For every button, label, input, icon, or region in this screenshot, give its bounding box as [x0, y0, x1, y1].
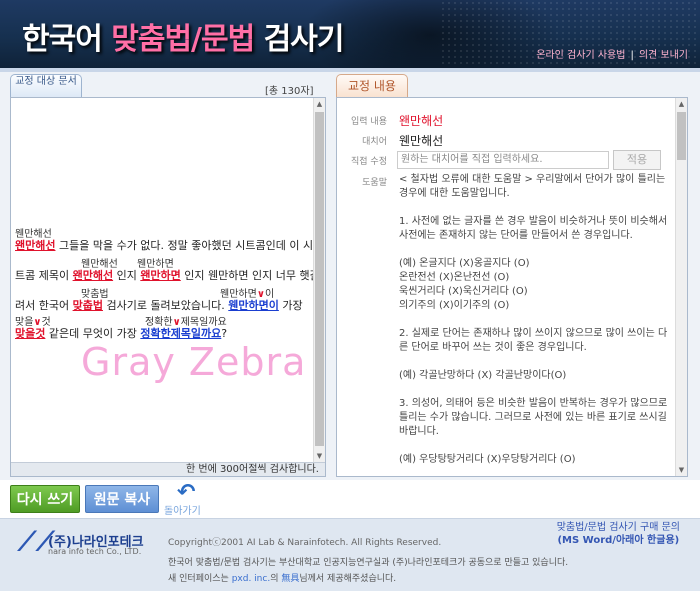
- copyright-text: Copyrightⓒ2001 AI Lab & Narainfotech. Al…: [168, 538, 442, 548]
- watermark: Gray Zebra: [81, 340, 307, 384]
- copy-original-button[interactable]: 원문 복사: [85, 485, 159, 513]
- scroll-up-icon[interactable]: ▲: [676, 98, 687, 110]
- text-line-1: 왠만해선 그들을 막을 수가 없다. 정말 좋아했던 시트콤인데 이 시: [15, 237, 313, 253]
- word-limit-note: 한 번에 300어절씩 검사합니다.: [11, 462, 325, 476]
- spacing-error[interactable]: 정확한제목일까요: [140, 327, 221, 340]
- tab-corrections[interactable]: 교정 내용: [336, 74, 408, 98]
- text-segment: 그들을 막을 수가 없다. 정말 좋아했던 시트콤인데 이 시: [55, 239, 314, 252]
- help-paragraph: (예) 우당탕탕거리다 (X)우당탕거리다 (O): [399, 454, 576, 465]
- text-segment: 같은데 무엇이 가장: [45, 327, 141, 340]
- help-paragraph: < 철자법 오류에 대한 도움말 > 우리말에서 단어가 많이 틀리는 경우에 …: [399, 174, 666, 199]
- back-button[interactable]: ↶ 돌아가기: [164, 480, 204, 517]
- replacement-value[interactable]: 웬만해선: [399, 132, 443, 149]
- input-value: 왠만해선: [399, 114, 444, 128]
- credit-line: 한국어 맞춤법/문법 검사기는 부산대학교 인공지능연구실과 (주)나라인포테크…: [168, 558, 569, 568]
- direct-edit-label: 직접 수정: [351, 157, 387, 167]
- scroll-down-icon[interactable]: ▼: [676, 464, 687, 476]
- help-paragraph: (예) 온글지다 (X)옹골지다 (O) 온란전선 (X)온난전선 (O) 욱씬…: [399, 258, 530, 311]
- apply-button[interactable]: 적용: [613, 150, 661, 170]
- spacing-error[interactable]: 맞을것: [15, 327, 45, 340]
- designer-link[interactable]: 無具: [281, 574, 299, 584]
- pxd-link[interactable]: pxd. inc.: [232, 574, 271, 584]
- text-segment: 가장: [278, 299, 303, 312]
- scroll-up-icon[interactable]: ▲: [314, 98, 325, 110]
- scroll-thumb[interactable]: [315, 112, 324, 446]
- replacement-label: 대치어: [362, 137, 387, 147]
- company-name-en: nara info tech Co., LTD.: [48, 547, 142, 556]
- char-count: [총 130자]: [265, 86, 314, 97]
- spacing-error[interactable]: 웬만하면이: [228, 299, 279, 312]
- help-paragraph: (예) 각골난망하다 (X) 각골난망이다(O): [399, 370, 567, 381]
- text-segment: 트콤 제목이: [15, 269, 73, 282]
- usage-guide-link[interactable]: 온라인 검사기 사용법: [536, 50, 625, 61]
- scroll-thumb[interactable]: [677, 112, 686, 160]
- source-scrollbar[interactable]: ▲ ▼: [313, 98, 325, 462]
- help-paragraph: 1. 사전에 없는 글자를 쓴 경우 발음이 비슷하거나 뜻이 비슷해서 사전에…: [399, 216, 668, 241]
- scroll-down-icon[interactable]: ▼: [314, 450, 325, 462]
- spelling-error[interactable]: 맞춥법: [73, 299, 103, 312]
- feedback-link[interactable]: 의견 보내기: [639, 50, 688, 61]
- app-title: 한국어 맞춤법/문법 검사기: [22, 14, 345, 58]
- help-text: < 철자법 오류에 대한 도움말 > 우리말에서 단어가 많이 틀리는 경우에 …: [399, 173, 669, 481]
- credit-text: 님께서 제공해주셨습니다.: [299, 574, 397, 584]
- source-text[interactable]: 웬만해선 왠만해선 그들을 막을 수가 없다. 정말 좋아했던 시트콤인데 이 …: [11, 98, 320, 462]
- purchase-inquiry-link[interactable]: 맞춤법/문법 검사기 구매 문의 (MS Word/아래아 한글용): [557, 521, 680, 547]
- help-paragraph: 2. 실제로 단어는 존재하나 많이 쓰이지 않으므로 많이 쓰이는 다른 단어…: [399, 328, 668, 353]
- credit-text: 의: [270, 574, 282, 584]
- help-paragraph: 3. 의성어, 의태어 등은 비슷한 발음이 반복하는 경우가 많으므로 틀리는…: [399, 398, 668, 437]
- purchase-subtext: (MS Word/아래아 한글용): [557, 535, 680, 546]
- page-footer: ⟋⟋ (주)나라인포테크 nara info tech Co., LTD. Co…: [0, 518, 700, 591]
- company-logo[interactable]: ⟋⟋ (주)나라인포테크 nara info tech Co., LTD.: [18, 527, 158, 567]
- interface-credit: 새 인터페이스는 pxd. inc.의 無具님께서 제공해주셨습니다.: [168, 571, 396, 584]
- title-part-checker: 검사기: [254, 22, 345, 57]
- text-line-4: 맞을것 같은데 무엇이 가장 정확한제목일까요?: [15, 325, 227, 341]
- link-separator: |: [630, 50, 634, 61]
- corrections-scrollbar[interactable]: ▲ ▼: [675, 98, 687, 476]
- help-label: 도움말: [362, 178, 387, 188]
- input-label: 입력 내용: [351, 117, 387, 127]
- corrections-panel: 입력 내용 왠만해선 대치어 웬만해선 직접 수정 원하는 대치어를 직접 입력…: [336, 97, 688, 477]
- title-part-korean: 한국어: [22, 22, 112, 57]
- text-segment: 검사기로 돌려보았습니다.: [102, 299, 229, 312]
- tab-source-document[interactable]: 교정 대상 문서: [10, 74, 82, 98]
- source-document-panel[interactable]: 웬만해선 왠만해선 그들을 막을 수가 없다. 정말 좋아했던 시트콤인데 이 …: [10, 97, 326, 477]
- text-segment: 인지 웬만하면 인지 너무 햇갈: [180, 269, 320, 282]
- back-label: 돌아가기: [164, 506, 201, 517]
- header-links: 온라인 검사기 사용법 | 의견 보내기: [536, 46, 688, 61]
- purchase-text: 맞춤법/문법 검사기 구매 문의: [556, 522, 680, 533]
- text-segment: ?: [221, 327, 228, 340]
- app-header: 한국어 맞춤법/문법 검사기 온라인 검사기 사용법 | 의견 보내기: [0, 0, 700, 68]
- text-line-2: 트콤 제목이 왠만해선 인지 왠만하면 인지 웬만하면 인지 너무 햇갈: [15, 267, 320, 283]
- spelling-error[interactable]: 왠만해선: [73, 269, 113, 282]
- title-part-highlight: 맞춤법/문법: [111, 22, 255, 57]
- spelling-error[interactable]: 왠만하면: [140, 269, 180, 282]
- direct-edit-input[interactable]: 원하는 대치어를 직접 입력하세요.: [397, 151, 609, 169]
- spelling-error[interactable]: 왠만해선: [15, 239, 55, 252]
- text-line-3: 려서 한국어 맞춥법 검사기로 돌려보았습니다. 웬만하면이 가장: [15, 297, 303, 313]
- text-segment: 려서 한국어: [15, 299, 73, 312]
- text-segment: 인지: [113, 269, 141, 282]
- credit-text: 새 인터페이스는: [168, 574, 232, 584]
- rewrite-button[interactable]: 다시 쓰기: [10, 485, 80, 513]
